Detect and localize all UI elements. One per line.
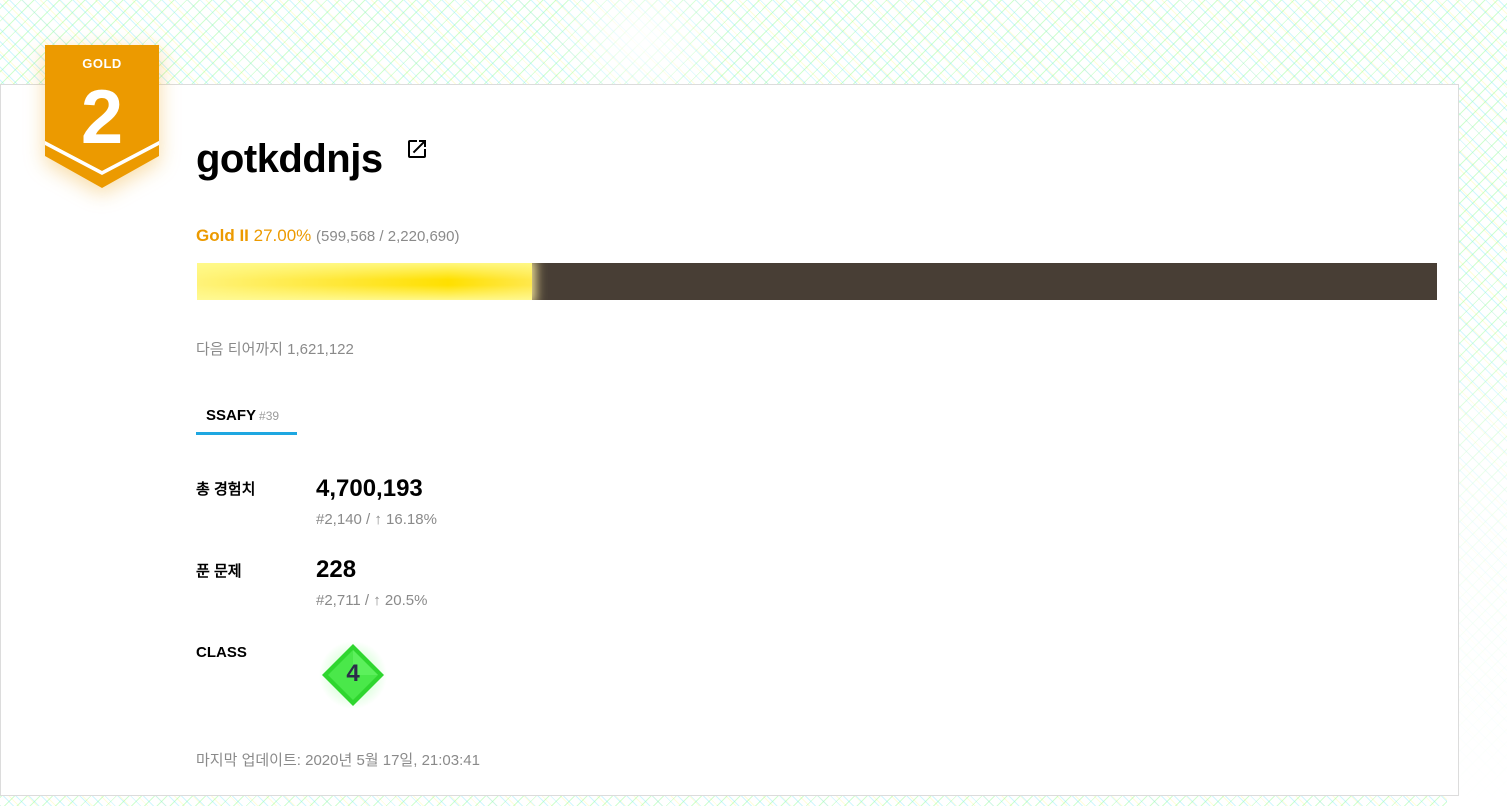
tier-percent: 27.00% — [253, 226, 312, 245]
solved-label: 푼 문제 — [196, 563, 242, 580]
tier-exp-range: (599,568 / 2,220,690) — [316, 228, 460, 245]
tier-badge-number: 2 — [80, 75, 124, 160]
total-exp-label: 총 경험치 — [196, 481, 256, 498]
last-updated: 마지막 업데이트: 2020년 5월 17일, 21:03:41 — [196, 752, 480, 769]
tier-summary: Gold II 27.00% (599,568 / 2,220,690) — [196, 224, 459, 249]
solved-rank: #2,711 / ↑ 20.5% — [316, 592, 428, 609]
solved-value: 228 — [316, 556, 357, 583]
class-number: 4 — [346, 660, 360, 687]
organization-rank: #39 — [259, 409, 280, 423]
username: gotkddnjs — [196, 137, 383, 181]
organization-item: SSAFY #39 — [206, 406, 279, 426]
profile-card — [0, 84, 1459, 796]
next-tier-remaining: 다음 티어까지 1,621,122 — [196, 341, 354, 358]
total-exp-rank: #2,140 / ↑ 16.18% — [316, 511, 437, 528]
organization-name: SSAFY — [206, 407, 257, 424]
tier-progress-bar — [197, 263, 1437, 300]
tier-name: Gold II — [196, 226, 249, 245]
total-exp-value: 4,700,193 — [316, 475, 423, 502]
tier-progress-fill — [197, 263, 532, 300]
external-link-icon[interactable] — [405, 137, 429, 161]
organization-tab[interactable]: SSAFY #39 — [196, 402, 297, 435]
class-badge[interactable]: 4 — [319, 641, 387, 709]
tier-badge: GOLD 2 — [45, 45, 159, 189]
tier-badge-label: GOLD — [82, 56, 122, 71]
class-label: CLASS — [196, 644, 247, 661]
